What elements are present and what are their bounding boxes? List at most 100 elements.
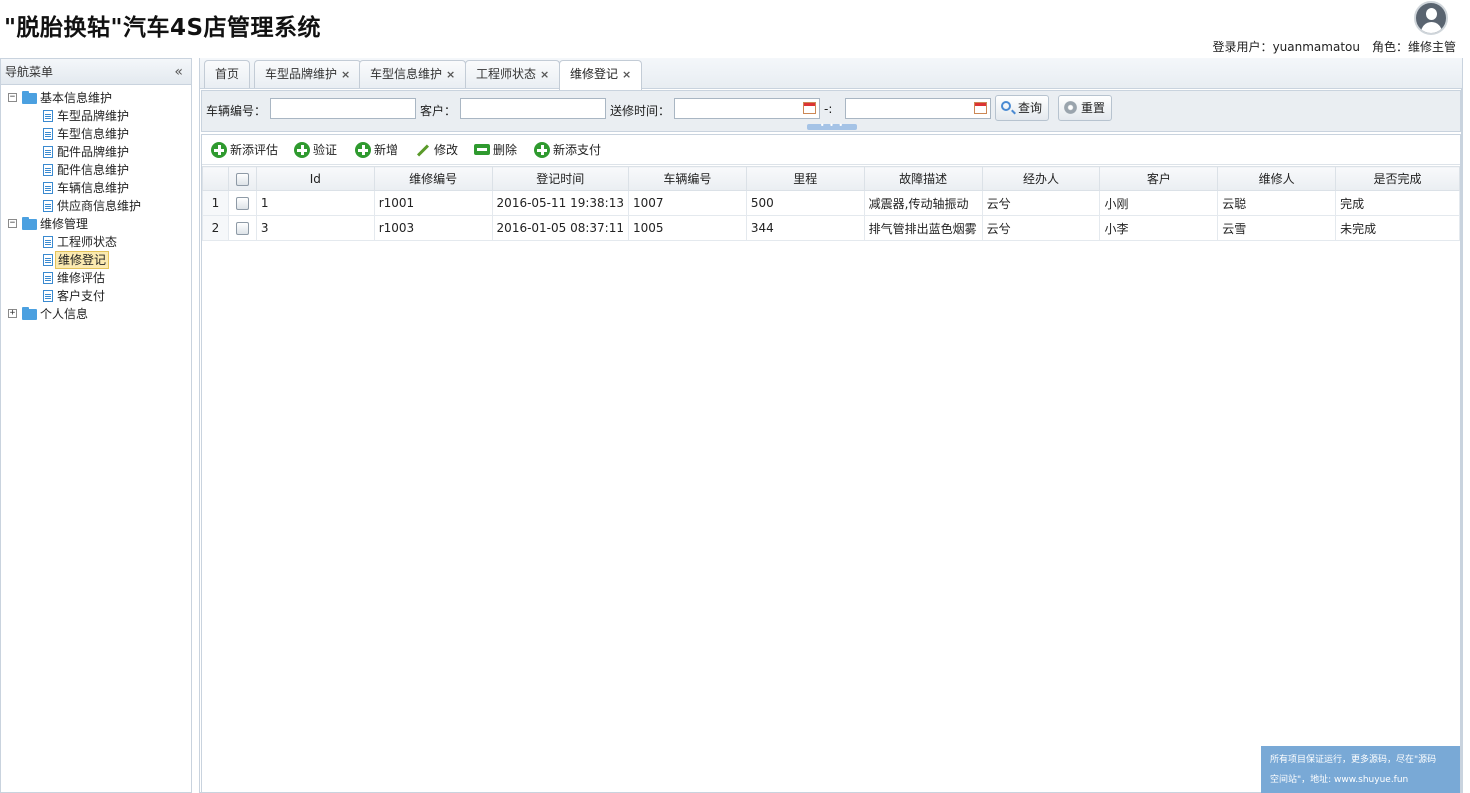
row-number: 2 [202, 215, 229, 241]
cell-repair-no: r1001 [373, 190, 493, 216]
tab-car-model[interactable]: 车型信息维护 × [359, 60, 467, 88]
tree-item-part-info[interactable]: 配件信息维护 [1, 161, 191, 179]
repair-time-to-input[interactable] [845, 98, 991, 119]
file-icon [43, 290, 53, 302]
calendar-icon[interactable] [803, 102, 816, 114]
login-username: yuanmamatou [1272, 40, 1360, 54]
cell-handler: 云兮 [981, 215, 1101, 241]
tree-item-supplier-info[interactable]: 供应商信息维护 [1, 197, 191, 215]
table-row[interactable]: 1 1 r1001 2016-05-11 19:38:13 1007 500 减… [202, 190, 1460, 216]
add-button[interactable]: 新增 [355, 141, 398, 159]
folder-open-icon [22, 217, 37, 230]
tree-group-basic-info[interactable]: − 基本信息维护 [1, 89, 191, 107]
cell-customer: 小李 [1099, 215, 1219, 241]
user-avatar-icon[interactable] [1414, 1, 1448, 35]
watermark-line-1: 所有项目保证运行，更多源码，尽在"源码 [1270, 755, 1437, 765]
row-checkbox-cell [227, 215, 257, 241]
repair-time-from-input[interactable] [674, 98, 820, 119]
column-header[interactable]: 维修人 [1217, 166, 1337, 191]
app-title: "脱胎换轱"汽车4S店管理系统 [4, 15, 322, 41]
data-table: Id 维修编号 登记时间 车辆编号 里程 故障描述 经办人 客户 维修人 是否完… [202, 166, 1460, 241]
add-assessment-label: 新添评估 [230, 143, 279, 157]
tree-item-repair-register[interactable]: 维修登记 [1, 251, 191, 269]
column-header[interactable]: 维修编号 [373, 166, 493, 191]
column-header[interactable]: 车辆编号 [628, 166, 747, 191]
close-icon[interactable]: × [341, 62, 350, 88]
tree-item-label: 维修评估 [57, 271, 106, 285]
edit-button[interactable]: 修改 [415, 141, 458, 159]
collapse-nav-icon[interactable]: « [174, 59, 183, 85]
row-checkbox[interactable] [235, 197, 249, 210]
expand-toggle-icon[interactable]: + [8, 309, 17, 318]
cell-done-status: 未完成 [1335, 215, 1460, 241]
tree-group-repair-mgmt[interactable]: − 维修管理 [1, 215, 191, 233]
repair-time-label: 送修时间： [610, 104, 671, 118]
tab-repair-register[interactable]: 维修登记 × [559, 60, 643, 90]
row-number-header [202, 166, 229, 191]
close-icon[interactable]: × [446, 62, 455, 88]
column-header[interactable]: 故障描述 [863, 166, 983, 191]
folder-open-icon [22, 91, 37, 104]
file-icon [43, 272, 53, 284]
tree-item-label: 客户支付 [57, 289, 106, 303]
column-header[interactable]: Id [255, 166, 375, 191]
tree-item-car-brand[interactable]: 车型品牌维护 [1, 107, 191, 125]
tab-car-brand[interactable]: 车型品牌维护 × [254, 60, 362, 88]
tree-group-personal-info[interactable]: + 个人信息 [1, 305, 191, 323]
column-header[interactable]: 登记时间 [491, 166, 630, 191]
close-icon[interactable]: × [540, 62, 549, 88]
column-header[interactable]: 客户 [1099, 166, 1219, 191]
folder-icon [22, 307, 37, 320]
file-icon [43, 146, 53, 158]
calendar-icon[interactable] [974, 102, 987, 114]
close-icon[interactable]: × [622, 62, 631, 88]
cell-id: 3 [255, 215, 375, 241]
collapse-toggle-icon[interactable]: − [8, 219, 17, 228]
pencil-icon [415, 142, 431, 158]
reset-button[interactable]: 重置 [1058, 95, 1113, 121]
watermark-banner: 所有项目保证运行，更多源码，尽在"源码 空间站"，地址: www.shuyue.… [1261, 746, 1460, 793]
verify-button[interactable]: 验证 [294, 141, 337, 159]
tree-item-engineer-status[interactable]: 工程师状态 [1, 233, 191, 251]
tree-group-label: 维修管理 [40, 217, 89, 231]
customer-input[interactable] [460, 98, 606, 119]
tree-item-vehicle-info[interactable]: 车辆信息维护 [1, 179, 191, 197]
query-button-label: 查询 [1018, 101, 1043, 115]
column-header[interactable]: 是否完成 [1335, 166, 1460, 191]
vehicle-no-input[interactable] [270, 98, 416, 119]
tab-label: 车型信息维护 [370, 67, 443, 81]
table-row[interactable]: 2 3 r1003 2016-01-05 08:37:11 1005 344 排… [202, 215, 1460, 241]
collapse-toggle-icon[interactable]: − [8, 93, 17, 102]
cell-register-time: 2016-01-05 08:37:11 [491, 215, 630, 241]
file-icon [43, 254, 53, 266]
tab-home[interactable]: 首页 [204, 60, 251, 88]
column-header[interactable]: 经办人 [981, 166, 1101, 191]
tree-item-part-brand[interactable]: 配件品牌维护 [1, 143, 191, 161]
gear-icon [1064, 101, 1077, 114]
nav-panel: 导航菜单 « − 基本信息维护 车型品牌维护 车型信息维护 配件品牌维护 配件信… [0, 58, 192, 793]
right-edge-scrollbar[interactable] [1462, 58, 1470, 793]
search-icon [1001, 101, 1011, 111]
tree-item-customer-payment[interactable]: 客户支付 [1, 287, 191, 305]
tab-engineer-status[interactable]: 工程师状态 × [465, 60, 561, 88]
panel-splitter-handle[interactable]: • • • [807, 122, 857, 130]
add-assessment-button[interactable]: 新添评估 [211, 141, 278, 159]
plus-icon [355, 142, 371, 158]
tree-item-car-model[interactable]: 车型信息维护 [1, 125, 191, 143]
row-checkbox[interactable] [235, 222, 249, 235]
tab-bar: 首页 车型品牌维护 × 车型信息维护 × 工程师状态 × 维修登记 × [200, 58, 1463, 90]
cell-fault: 排气管排出蓝色烟雾 [863, 215, 983, 241]
tree-group-label: 基本信息维护 [40, 91, 113, 105]
file-icon [43, 128, 53, 140]
add-payment-label: 新添支付 [553, 143, 602, 157]
column-header[interactable]: 里程 [745, 166, 865, 191]
reset-button-label: 重置 [1081, 101, 1106, 115]
tree-item-repair-assessment[interactable]: 维修评估 [1, 269, 191, 287]
query-button[interactable]: 查询 [995, 95, 1050, 121]
file-icon [43, 164, 53, 176]
delete-button[interactable]: 删除 [474, 141, 517, 159]
app-header: "脱胎换轱"汽车4S店管理系统 登录用户：yuanmamatou 角色：维修主管 [0, 0, 1470, 58]
row-checkbox-cell [227, 190, 257, 216]
add-payment-button[interactable]: 新添支付 [534, 141, 601, 159]
select-all-checkbox[interactable] [235, 172, 249, 186]
